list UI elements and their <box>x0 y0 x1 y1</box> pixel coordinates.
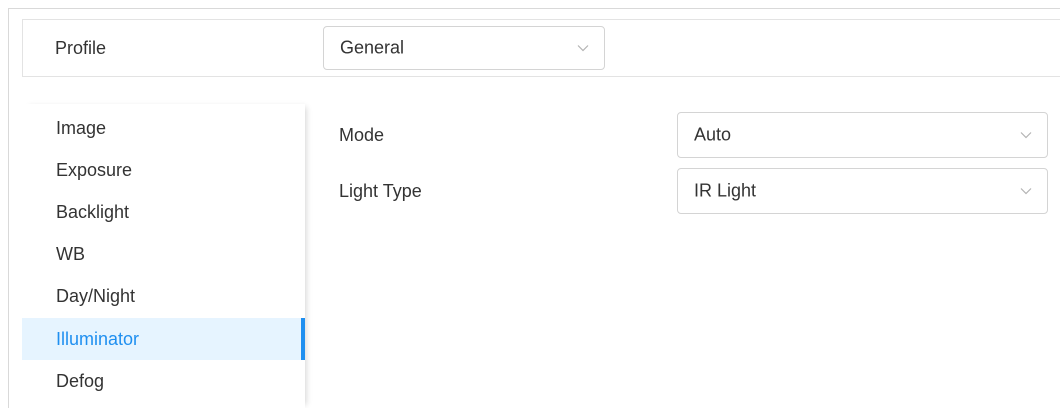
sidebar-item-label: Backlight <box>56 202 130 222</box>
profile-select-value: General <box>340 37 405 58</box>
sidebar-item-wb[interactable]: WB <box>22 233 305 275</box>
profile-label: Profile <box>55 38 107 58</box>
sidebar-item-exposure[interactable]: Exposure <box>22 149 305 191</box>
mode-select-value: Auto <box>694 124 732 145</box>
sidebar-item-backlight[interactable]: Backlight <box>22 191 305 233</box>
profile-select[interactable]: General <box>323 26 605 70</box>
sidebar-item-label: Day/Night <box>56 286 136 306</box>
sidebar-item-label: Illuminator <box>56 329 140 349</box>
settings-sidebar: Image Exposure Backlight WB Day/Night Il… <box>22 104 305 408</box>
sidebar-item-illuminator[interactable]: Illuminator <box>22 318 305 360</box>
light-type-select-value: IR Light <box>694 180 757 201</box>
chevron-down-icon <box>1020 132 1032 139</box>
sidebar-item-label: Exposure <box>56 160 133 180</box>
chevron-down-icon <box>577 45 589 52</box>
chevron-down-icon <box>1020 188 1032 195</box>
mode-select[interactable]: Auto <box>677 112 1048 158</box>
sidebar-item-label: Image <box>56 118 107 138</box>
light-type-label: Light Type <box>339 181 422 201</box>
light-type-select[interactable]: IR Light <box>677 168 1048 214</box>
profile-bar: Profile General <box>22 19 1060 77</box>
sidebar-item-label: WB <box>56 244 85 264</box>
mode-label: Mode <box>339 125 385 145</box>
sidebar-item-defog[interactable]: Defog <box>22 360 305 402</box>
sidebar-item-image[interactable]: Image <box>22 107 305 149</box>
sidebar-item-label: Defog <box>56 371 105 391</box>
sidebar-item-day-night[interactable]: Day/Night <box>22 275 305 317</box>
